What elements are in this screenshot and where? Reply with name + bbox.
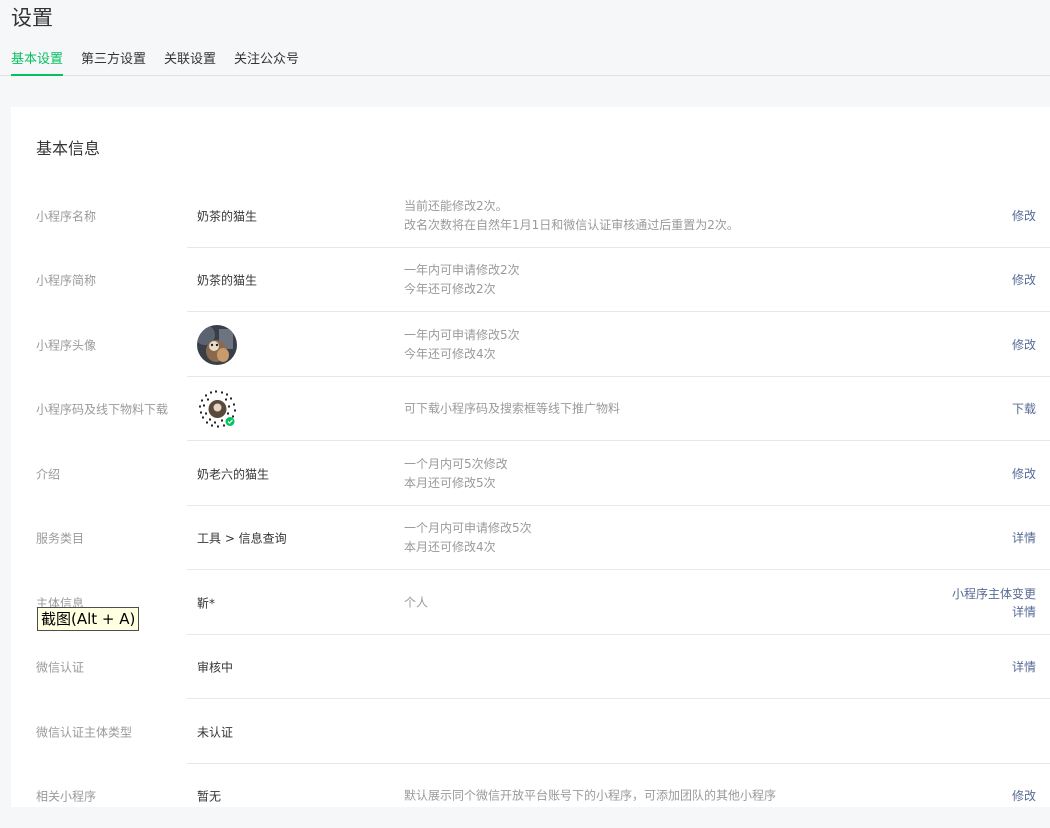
row-desc: 一个月内可申请修改5次 本月还可修改4次 [404,519,532,557]
row-actions: 修改 [1012,336,1036,354]
desc-line: 一年内可申请修改5次 [404,327,520,342]
row-value: 奶茶的猫生 [197,273,258,288]
row-desc: 默认展示同个微信开放平台账号下的小程序，可添加团队的其他小程序 [404,787,776,806]
row-label: 介绍 [36,467,61,481]
row-mini-program-short-name: 小程序简称 奶茶的猫生 一年内可申请修改2次 今年还可修改2次 修改 [11,248,1050,312]
row-related-mini-programs: 相关小程序 暂无 默认展示同个微信开放平台账号下的小程序，可添加团队的其他小程序… [11,764,1050,828]
row-label: 微信认证 [36,660,85,675]
row-value: 奶茶的猫生 [197,209,258,224]
modify-link[interactable]: 修改 [1012,207,1036,225]
desc-line: 本月还可修改5次 [404,475,496,490]
row-desc: 一个月内可5次修改 本月还可修改5次 [404,455,508,493]
desc-line: 今年还可修改2次 [404,282,496,296]
desc-line: 当前还能修改2次。 [404,199,508,213]
desc-line: 一个月内可5次修改 [404,456,508,471]
avatar-image [197,324,237,365]
desc-line: 默认展示同个微信开放平台账号下的小程序，可添加团队的其他小程序 [404,788,777,803]
row-actions: 修改 [1012,787,1036,805]
desc-line: 一个月内可申请修改5次 [404,521,532,535]
row-desc: 可下载小程序码及搜索框等线下推广物料 [404,400,620,419]
tab-basic-settings[interactable]: 基本设置 [11,51,64,76]
tab-association-settings[interactable]: 关联设置 [164,51,216,74]
row-label: 小程序头像 [36,338,97,352]
row-label: 小程序简称 [36,273,97,288]
row-actions: 修改 [1012,465,1036,483]
desc-line: 一年内可申请修改2次 [404,263,520,277]
basic-info-card: 基本信息 小程序名称 奶茶的猫生 当前还能修改2次。 改名次数将在自然年1月1日… [11,107,1050,807]
subject-change-link[interactable]: 小程序主体变更 [952,585,1036,603]
row-actions: 修改 [1012,271,1036,289]
row-value: 工具 > 信息查询 [197,531,287,546]
screenshot-tooltip: 截图(Alt + A) [37,607,140,631]
row-actions: 小程序主体变更 详情 [952,585,1036,621]
desc-line: 可下载小程序码及搜索框等线下推广物料 [404,401,621,416]
row-value: 奶老六的猫生 [197,467,270,481]
row-introduction: 介绍 奶老六的猫生 一个月内可5次修改 本月还可修改5次 修改 [11,441,1050,506]
details-link[interactable]: 详情 [1012,658,1036,676]
row-value: 未认证 [197,725,234,739]
row-actions: 下载 [1012,400,1036,418]
row-mini-program-code: 小程序码及线下物料下载 可下载小程序码及搜索框等线下推广物料 下载 [11,377,1050,441]
row-subject-info: 主体信息 靳* 个人 小程序主体变更 详情 [11,570,1050,635]
row-actions: 详情 [1012,529,1036,547]
tab-follow-official-account[interactable]: 关注公众号 [234,51,299,74]
modify-link[interactable]: 修改 [1012,271,1036,289]
row-actions: 修改 [1012,207,1036,225]
row-label: 相关小程序 [36,789,97,804]
row-value: 暂无 [197,789,222,804]
row-value: 靳* [197,596,216,610]
row-label: 小程序码及线下物料下载 [36,402,169,417]
desc-line: 改名次数将在自然年1月1日和微信认证审核通过后重置为2次。 [404,218,739,232]
card-title: 基本信息 [36,139,101,158]
desc-line: 本月还可修改4次 [404,540,496,554]
row-desc: 当前还能修改2次。 改名次数将在自然年1月1日和微信认证审核通过后重置为2次。 [404,197,739,235]
desc-line: 今年还可修改4次 [404,346,496,361]
row-label: 服务类目 [36,531,85,546]
tab-third-party-settings[interactable]: 第三方设置 [81,51,146,74]
modify-link[interactable]: 修改 [1012,465,1036,483]
row-mini-program-avatar: 小程序头像 一年内可申请修改5次 今年还可修改4次 修改 [11,312,1050,377]
desc-line: 个人 [404,595,429,609]
details-link[interactable]: 详情 [1012,529,1036,547]
row-mini-program-name: 小程序名称 奶茶的猫生 当前还能修改2次。 改名次数将在自然年1月1日和微信认证… [11,184,1050,248]
row-label: 小程序名称 [36,209,97,224]
row-value: 审核中 [197,660,234,675]
modify-link[interactable]: 修改 [1012,787,1036,805]
avatar [197,324,237,365]
row-desc: 一年内可申请修改2次 今年还可修改2次 [404,261,520,299]
modify-link[interactable]: 修改 [1012,336,1036,354]
row-service-category: 服务类目 工具 > 信息查询 一个月内可申请修改5次 本月还可修改4次 详情 [11,506,1050,570]
download-link[interactable]: 下载 [1012,400,1036,418]
page-title: 设置 [11,6,53,30]
row-verification-subject-type: 微信认证主体类型 未认证 [11,699,1050,764]
row-desc: 个人 [404,593,428,612]
row-wechat-verification: 微信认证 审核中 详情 [11,635,1050,699]
details-link[interactable]: 详情 [952,603,1036,621]
row-actions: 详情 [1012,658,1036,676]
settings-tabs: 基本设置 第三方设置 关联设置 关注公众号 [0,50,1050,76]
mini-program-code-image [197,389,238,430]
row-desc: 一年内可申请修改5次 今年还可修改4次 [404,326,520,364]
row-label: 微信认证主体类型 [36,725,133,739]
